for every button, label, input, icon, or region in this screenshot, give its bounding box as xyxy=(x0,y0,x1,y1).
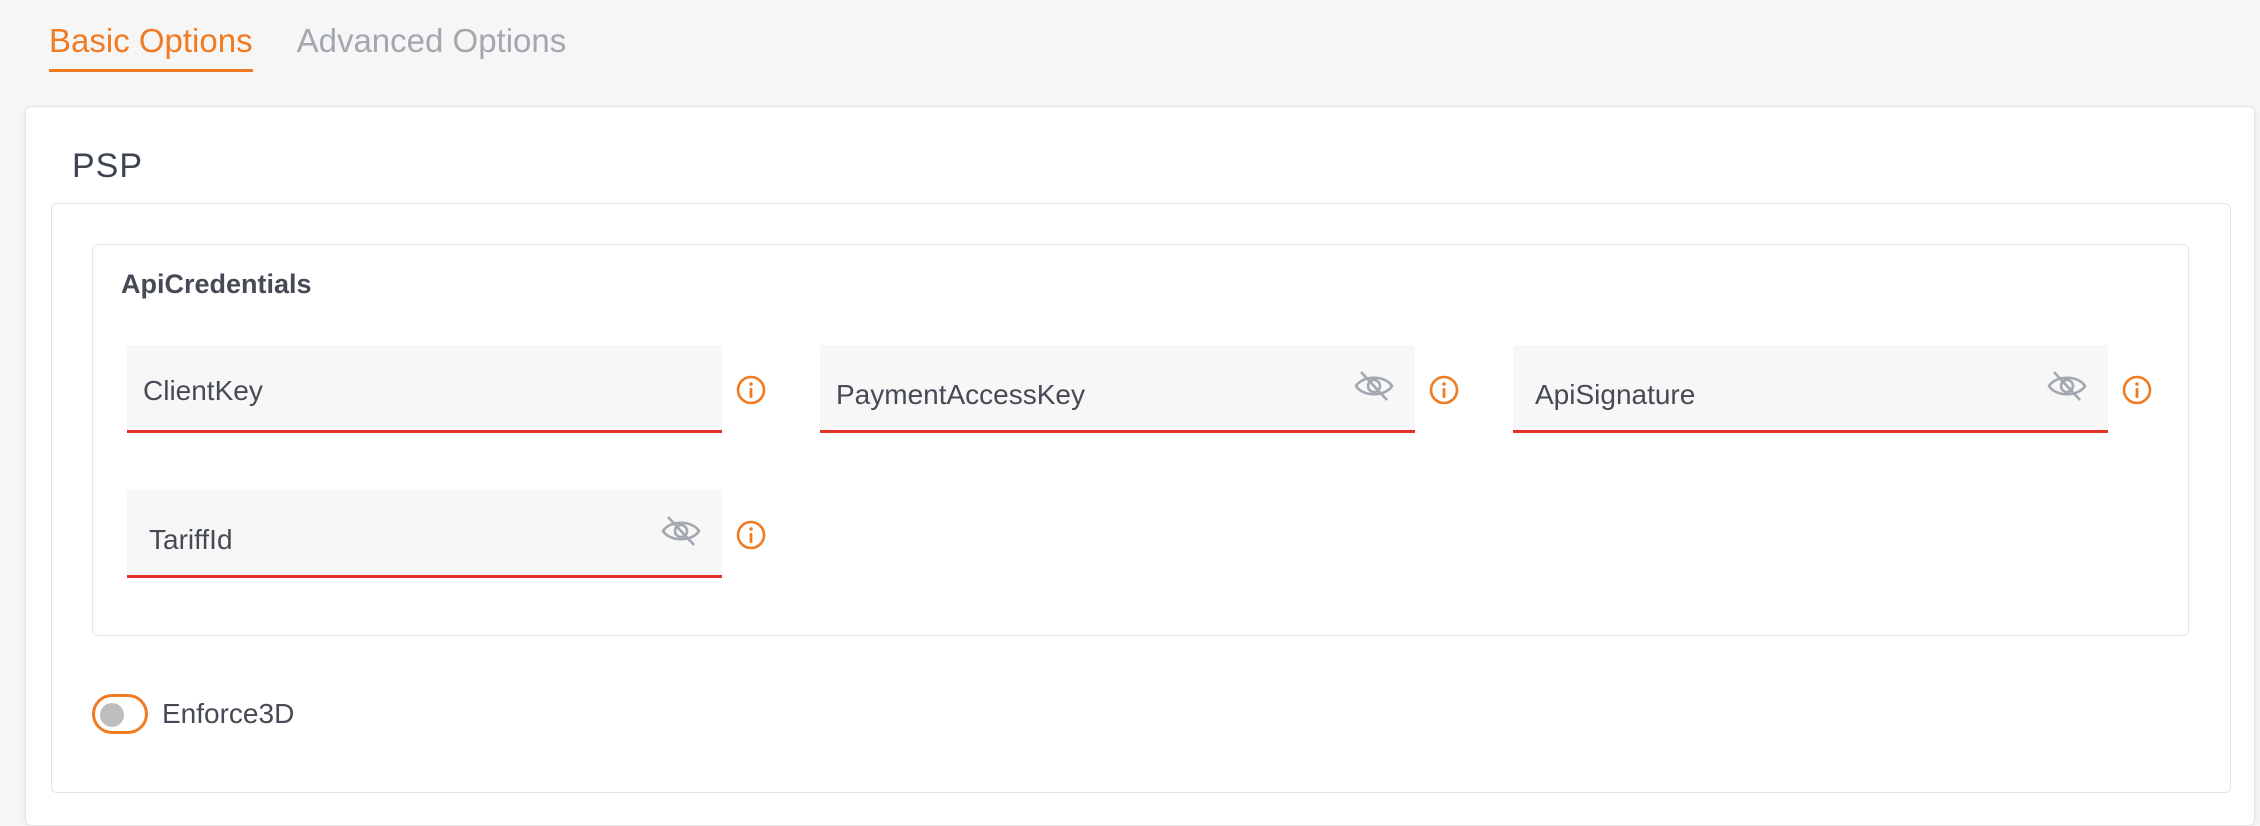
api-signature-label: ApiSignature xyxy=(1535,379,1696,410)
tab-bar: Basic Options Advanced Options xyxy=(49,22,566,72)
info-icon[interactable] xyxy=(735,374,767,406)
tariff-id-field[interactable]: TariffId xyxy=(127,490,722,578)
api-signature-field[interactable]: ApiSignature xyxy=(1513,345,2108,433)
client-key-label: ClientKey xyxy=(143,375,263,406)
tab-advanced-options[interactable]: Advanced Options xyxy=(297,22,567,72)
client-key-field[interactable]: ClientKey xyxy=(127,345,722,433)
tab-basic-options[interactable]: Basic Options xyxy=(49,22,253,72)
enforce3d-row: Enforce3D xyxy=(92,694,294,734)
enforce3d-toggle[interactable] xyxy=(92,694,148,734)
info-icon[interactable] xyxy=(735,519,767,551)
eye-off-icon[interactable] xyxy=(1353,369,1395,403)
tariff-id-label: TariffId xyxy=(149,524,233,555)
eye-off-icon[interactable] xyxy=(2046,369,2088,403)
section-title: PSP xyxy=(72,147,144,185)
psp-card: PSP ApiCredentials ClientKey PaymentAcce… xyxy=(25,106,2255,826)
toggle-knob xyxy=(100,703,124,727)
enforce3d-label: Enforce3D xyxy=(162,698,295,729)
group-title: ApiCredentials xyxy=(121,269,312,299)
api-credentials-group: ApiCredentials ClientKey PaymentAccessKe… xyxy=(92,244,2189,636)
section-body: ApiCredentials ClientKey PaymentAccessKe… xyxy=(51,203,2231,793)
payment-access-key-label: PaymentAccessKey xyxy=(836,379,1085,410)
payment-access-key-field[interactable]: PaymentAccessKey xyxy=(820,345,1415,433)
eye-off-icon[interactable] xyxy=(660,514,702,548)
info-icon[interactable] xyxy=(1428,374,1460,406)
info-icon[interactable] xyxy=(2121,374,2153,406)
